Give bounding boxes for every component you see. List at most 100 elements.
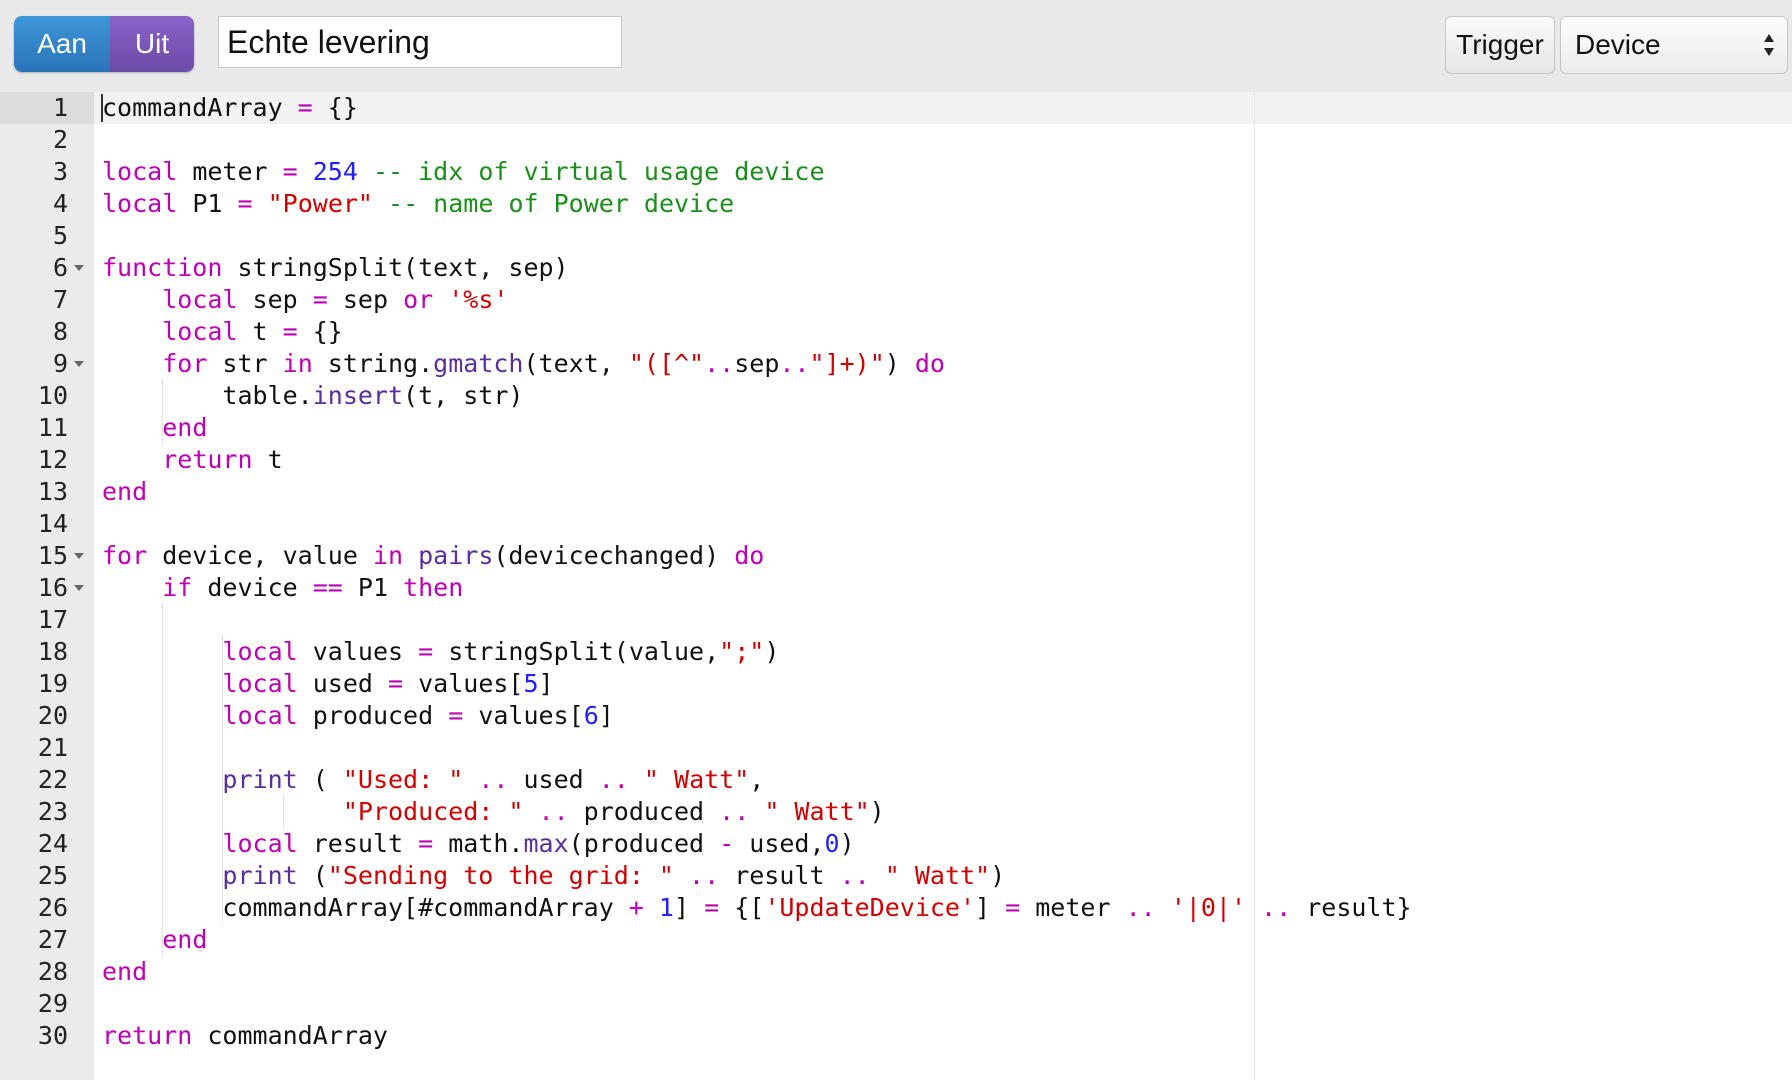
- code-line: end: [102, 476, 147, 508]
- code-token: if: [162, 573, 193, 602]
- code-token: commandArray[#commandArray: [102, 893, 629, 922]
- code-token: device: [192, 573, 313, 602]
- fold-arrow-icon[interactable]: [74, 553, 84, 559]
- fold-arrow-icon[interactable]: [74, 585, 84, 591]
- code-token: print: [222, 861, 298, 890]
- code-editor[interactable]: 1 2 3 4 5 6 7 8 9 10 11 12 13 14 15 16 17 18 19 20 21 22 23 24 2…: [0, 92, 1792, 1080]
- line-number: 12: [37, 445, 68, 474]
- fold-arrow-icon[interactable]: [74, 265, 84, 271]
- code-token: '|0|': [1170, 893, 1246, 922]
- code-token: ..: [598, 765, 629, 794]
- trigger-button[interactable]: Trigger: [1445, 16, 1555, 74]
- code-token: t: [252, 445, 283, 474]
- line-number: 9: [52, 349, 68, 378]
- code-token: (devicechanged): [493, 541, 735, 570]
- script-name-input[interactable]: Echte levering: [218, 16, 622, 68]
- code-token: =: [388, 669, 404, 698]
- code-line: return t: [102, 444, 283, 476]
- code-token: ): [884, 349, 915, 378]
- code-token: "Produced: ": [342, 797, 524, 826]
- code-line: local produced = values[6]: [102, 700, 613, 732]
- indent-guide: [162, 604, 164, 956]
- code-token: end: [102, 957, 148, 986]
- code-token: =: [704, 893, 720, 922]
- code-token: ): [869, 797, 885, 826]
- line-number: 18: [37, 637, 68, 666]
- code-token: +: [628, 893, 644, 922]
- code-line: local result = math.max(produced - used,…: [102, 828, 855, 860]
- on-button[interactable]: Aan: [14, 16, 110, 72]
- code-token: return: [102, 1021, 193, 1050]
- code-token: print: [222, 765, 298, 794]
- code-token: -- idx of virtual usage device: [372, 157, 825, 186]
- code-token: ): [839, 829, 855, 858]
- code-token: in: [282, 349, 313, 378]
- code-token: used,: [734, 829, 825, 858]
- code-line: end: [102, 924, 207, 956]
- trigger-type-value: Device: [1575, 29, 1661, 60]
- code-token: end: [162, 925, 208, 954]
- code-token: stringSplit(text, sep): [222, 253, 569, 282]
- code-line: function stringSplit(text, sep): [102, 252, 569, 284]
- code-token: commandArray: [192, 1021, 388, 1050]
- code-token: ]: [538, 669, 554, 698]
- code-token: "]+)": [809, 349, 885, 378]
- line-number: 20: [37, 701, 68, 730]
- code-token: "Used: ": [342, 765, 464, 794]
- code-line: "Produced: " .. produced .. " Watt"): [102, 796, 885, 828]
- code-token: '%s': [448, 285, 509, 314]
- code-token: result: [297, 829, 419, 858]
- code-token: produced: [297, 701, 449, 730]
- line-number: 8: [52, 317, 68, 346]
- code-token: 0: [824, 829, 840, 858]
- code-token: =: [418, 637, 434, 666]
- code-token: in: [372, 541, 404, 570]
- code-token: local: [222, 701, 298, 730]
- code-token: -: [719, 829, 735, 858]
- code-token: function: [102, 253, 223, 282]
- code-line: local used = values[5]: [102, 668, 554, 700]
- line-number: 21: [37, 733, 68, 762]
- code-line: if device == P1 then: [102, 572, 463, 604]
- code-token: produced: [568, 797, 720, 826]
- code-token: =: [282, 157, 298, 186]
- code-token: device, value: [147, 541, 373, 570]
- code-token: 1: [658, 893, 674, 922]
- trigger-type-select[interactable]: Device: [1560, 16, 1788, 74]
- code-line: local t = {}: [102, 316, 343, 348]
- code-token: result: [719, 861, 840, 890]
- code-line: table.insert(t, str): [102, 380, 523, 412]
- code-token: used: [508, 765, 599, 794]
- code-token: {}: [297, 317, 343, 346]
- code-token: values: [297, 637, 419, 666]
- code-token: commandArray: [102, 93, 298, 122]
- code-token: (t, str): [403, 381, 524, 410]
- code-token: insert: [312, 381, 404, 410]
- code-token: return: [162, 445, 253, 474]
- code-token: "([^": [628, 349, 705, 378]
- off-button[interactable]: Uit: [110, 16, 194, 72]
- code-token: P1: [342, 573, 404, 602]
- code-token: " Watt": [764, 797, 870, 826]
- print-margin: [1254, 92, 1255, 1080]
- toolbar: Aan Uit Echte levering Trigger Device: [0, 0, 1792, 92]
- code-line: local meter = 254 -- idx of virtual usag…: [102, 156, 825, 188]
- line-number: 16: [37, 573, 68, 602]
- line-number: 6: [52, 253, 68, 282]
- code-token: ]: [673, 893, 705, 922]
- code-token: local: [162, 285, 238, 314]
- code-token: {[: [719, 893, 765, 922]
- fold-arrow-icon[interactable]: [74, 361, 84, 367]
- code-token: (: [297, 765, 343, 794]
